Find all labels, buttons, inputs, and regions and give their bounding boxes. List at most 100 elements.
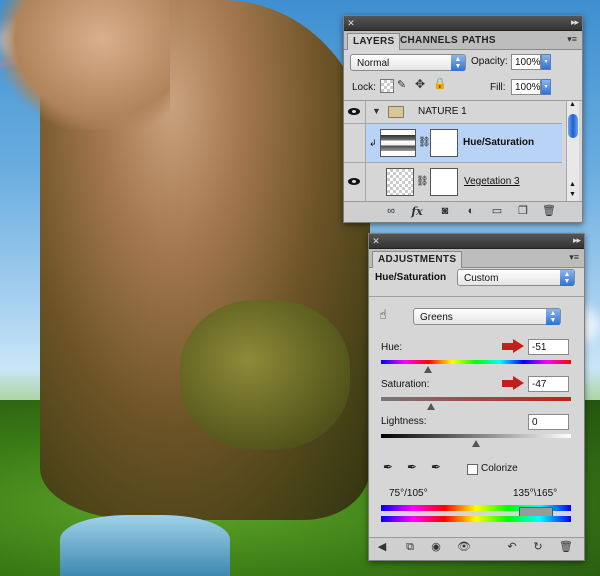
visibility-eye-icon[interactable] [344,163,366,201]
opacity-label: Opacity: [471,56,508,67]
lock-paint-icon[interactable]: ✎ [397,78,406,91]
back-arrow-icon[interactable]: ◀ [375,541,389,554]
tab-adjustments[interactable]: ADJUSTMENTS [372,251,463,268]
select-arrows-icon: ▲ ▼ [546,309,560,325]
collapse-icon[interactable]: ▸▸ [571,17,579,28]
expand-view-icon[interactable]: ⧉ [403,541,417,554]
preset-value: Custom [464,273,499,284]
clip-icon[interactable]: ◉ [429,541,443,554]
layer-list: ▼ NATURE 1 ↲ ⛓ Hue/Saturation ⛓ Vegetati… [344,100,582,202]
lock-all-icon[interactable]: 🔒 [433,77,447,90]
annotation-arrow [502,339,524,353]
link-icon[interactable]: ∞ [384,205,398,218]
panel-menu-icon[interactable]: ▾≡ [569,252,579,263]
layer-row-group[interactable]: ▼ NATURE 1 [344,101,562,124]
lock-label: Lock: [352,82,376,93]
colorize-checkbox[interactable] [467,464,478,475]
visibility-eye-icon[interactable] [344,101,366,123]
chain-link-icon[interactable]: ⛓ [418,137,431,148]
channel-select[interactable]: Greens ▲ ▼ [413,308,561,325]
annotation-arrow [502,376,524,390]
lock-move-icon[interactable]: ✥ [415,77,425,91]
opacity-field[interactable]: 100% [511,54,541,70]
layers-panel: ✕ ▸▸ LAYERS CHANNELS PATHS ▾≡ Normal ▲ ▼ … [343,15,583,223]
folder-icon [388,106,404,118]
adjustments-footer: ◀ ⧉ ◉ 👁 ↶ ↻ 🗑 [369,537,584,560]
hue-track [381,360,571,364]
visibility-eye-icon[interactable]: 👁 [457,541,471,554]
range-left-label: 75°/105° [389,488,428,499]
tab-layers[interactable]: LAYERS [347,33,401,50]
expand-triangle-icon[interactable]: ▼ [372,106,381,116]
lightness-field[interactable]: 0 [528,414,569,430]
tab-channels[interactable]: CHANNELS [395,33,463,49]
scroll-up-icon[interactable]: ▲ [569,181,576,188]
scroll-down-icon[interactable]: ▼ [569,191,576,198]
eyedropper-minus-icon[interactable]: ✒ [429,460,443,474]
close-icon[interactable]: ✕ [347,19,355,28]
folder-icon[interactable]: ▭ [490,205,504,218]
chain-link-icon[interactable]: ⛓ [416,176,429,187]
layers-panel-titlebar[interactable]: ✕ ▸▸ [344,16,582,31]
opacity-stepper[interactable]: ▾ [541,54,551,70]
layer-name: Hue/Saturation [463,137,535,148]
fill-field[interactable]: 100% [511,79,541,95]
select-arrows-icon: ▲ ▼ [560,270,574,286]
previous-state-icon[interactable]: ↶ [505,541,519,554]
tab-paths[interactable]: PATHS [457,33,501,49]
adjustment-title: Hue/Saturation [375,272,447,283]
mask-icon[interactable]: ◙ [438,205,452,218]
visibility-eye-empty[interactable] [344,124,366,162]
lock-transparent-icon[interactable] [380,79,394,93]
on-image-adjust-icon[interactable]: ☝ [379,307,387,323]
layer-name: Vegetation 3 [464,176,520,187]
saturation-field[interactable]: -47 [528,376,569,392]
fill-stepper[interactable]: ▾ [541,79,551,95]
collapse-icon[interactable]: ▸▸ [573,235,581,246]
saturation-track [381,397,571,401]
close-icon[interactable]: ✕ [372,237,380,246]
blend-mode-select[interactable]: Normal ▲ ▼ [350,54,466,71]
select-arrows-icon: ▲ ▼ [451,55,465,71]
hue-slider[interactable] [423,366,432,373]
delete-icon[interactable]: 🗑 [559,541,573,554]
new-layer-icon[interactable]: ❐ [516,205,530,218]
water-pool [60,515,230,576]
adjustment-icon[interactable]: ◐ [464,205,478,218]
layer-thumbnail [386,168,414,196]
layers-footer: ∞ fx ◙ ◐ ▭ ❐ 🗑 [344,201,582,222]
preset-select[interactable]: Custom ▲ ▼ [457,269,575,286]
adjustments-titlebar[interactable]: ✕ ▸▸ [369,234,584,249]
clip-arrow-icon: ↲ [369,138,377,148]
lightness-slider[interactable] [472,440,480,447]
saturation-slider[interactable] [427,403,436,410]
arm-figure [0,0,170,130]
scroll-up-icon[interactable]: ▲ [569,101,576,108]
layer-row-vegetation[interactable]: ⛓ Vegetation 3 [344,163,562,202]
fill-label: Fill: [490,82,506,93]
adjustments-panel: ✕ ▸▸ ADJUSTMENTS ▾≡ Hue/Saturation Custo… [368,233,585,561]
mask-thumbnail [430,129,458,157]
layers-scrollbar[interactable]: ▲ ▲ ▼ [566,101,579,202]
colorize-label: Colorize [481,463,518,474]
hue-label: Hue: [381,342,403,353]
lightness-track [381,434,571,438]
trash-icon[interactable]: 🗑 [542,205,556,218]
layer-name: NATURE 1 [418,106,467,117]
scroll-thumb[interactable] [568,114,578,138]
fx-icon[interactable]: fx [410,205,424,218]
range-right-label: 135°\165° [513,488,558,499]
reset-icon[interactable]: ↻ [531,541,545,554]
range-bar-bottom [381,516,571,522]
panel-menu-icon[interactable]: ▾≡ [567,34,577,45]
saturation-label: Saturation: [381,379,430,390]
mossy-rock [180,300,350,450]
layers-tabs: LAYERS CHANNELS PATHS ▾≡ [344,31,582,50]
eyedropper-plus-icon[interactable]: ✒ [405,460,419,474]
adjustments-tabs: ADJUSTMENTS ▾≡ [369,249,584,268]
mask-thumbnail [430,168,458,196]
hue-field[interactable]: -51 [528,339,569,355]
eyedropper-icon[interactable]: ✒ [381,460,395,474]
layer-row-selected[interactable]: ↲ ⛓ Hue/Saturation [344,124,562,163]
adjustment-thumbnail [380,129,416,157]
